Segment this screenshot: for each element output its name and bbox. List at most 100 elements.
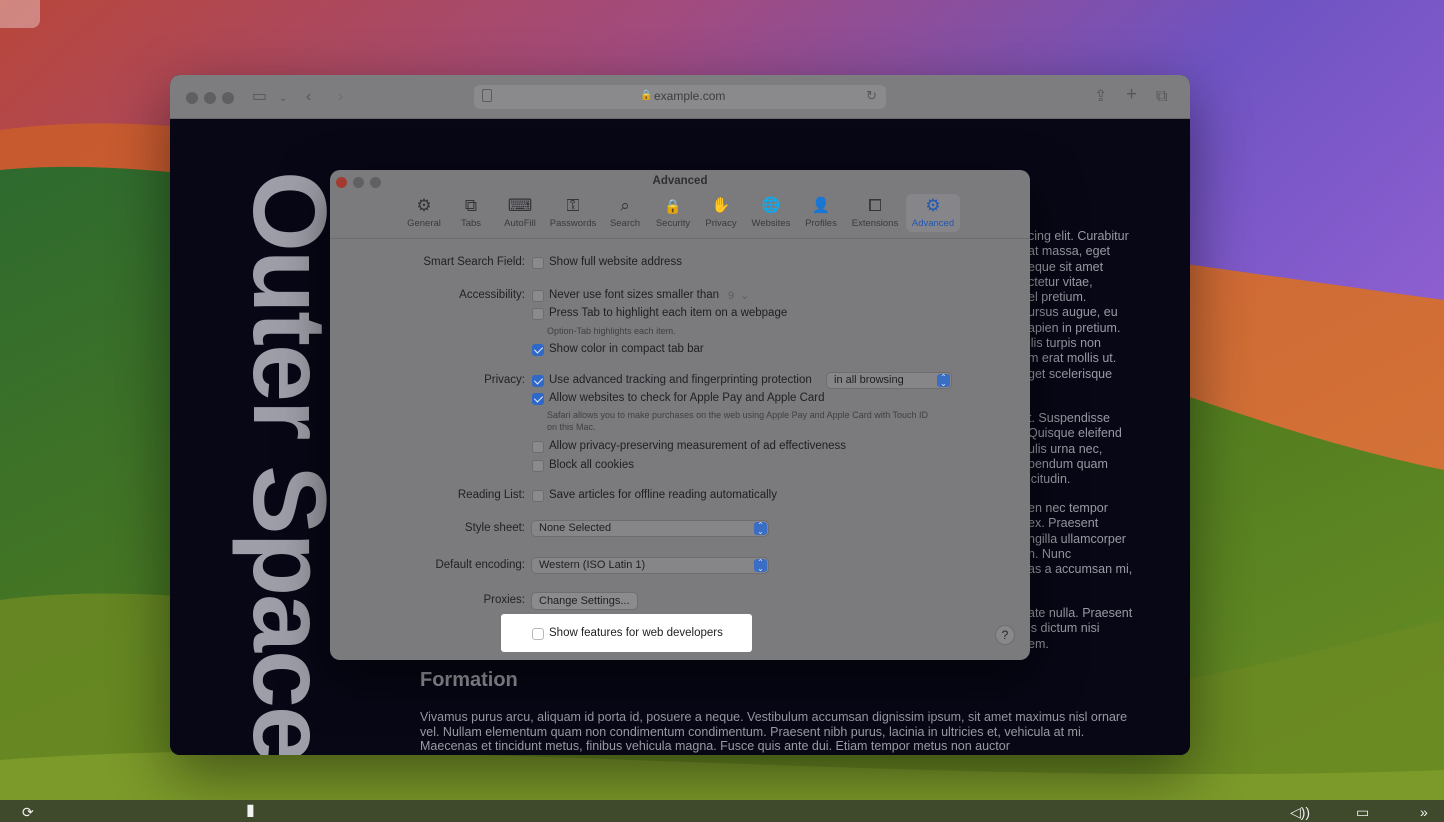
formation-heading: Formation — [420, 669, 518, 691]
ad-measurement-label: Allow privacy-preserving measurement of … — [549, 440, 847, 452]
change-proxy-settings-button[interactable]: Change Settings... — [531, 592, 638, 610]
settings-title: Advanced — [652, 175, 708, 187]
press-tab-checkbox[interactable] — [532, 308, 544, 320]
style-sheet-value: None Selected — [539, 522, 612, 534]
tabs-icon: ⧉ — [464, 196, 478, 215]
tab-profiles[interactable]: 👤 Profiles — [802, 194, 840, 232]
reload-icon[interactable]: ↻ — [866, 88, 877, 104]
lock-icon: 🔒 — [664, 198, 682, 214]
tab-label: AutoFill — [504, 218, 536, 229]
tab-security[interactable]: 🔒 Security — [652, 194, 694, 232]
page-menu-icon[interactable] — [482, 89, 492, 102]
press-tab-hint: Option-Tab highlights each item. — [547, 326, 676, 336]
web-developers-label[interactable]: Show features for web developers — [549, 627, 723, 639]
tab-label: General — [407, 218, 441, 229]
person-icon: 👤 — [811, 197, 831, 214]
desktop-corner-widget — [0, 0, 40, 28]
apple-pay-checkbox[interactable] — [532, 393, 544, 405]
press-tab-label: Press Tab to highlight each item on a we… — [549, 307, 788, 319]
style-sheet-label: Style sheet: — [464, 522, 525, 534]
formation-paragraph: Vivamus purus arcu, aliquam id porta id,… — [420, 710, 1128, 754]
tab-label: Websites — [751, 218, 791, 229]
share-icon[interactable]: ⇪ — [1094, 87, 1107, 107]
smart-search-label: Smart Search Field: — [423, 256, 525, 268]
encoding-label: Default encoding: — [435, 559, 525, 571]
tab-label: Security — [655, 218, 691, 229]
new-tab-icon[interactable]: + — [1126, 85, 1137, 105]
encoding-value: Western (ISO Latin 1) — [539, 559, 646, 571]
tracking-scope-popup[interactable]: in all browsing ⌃ ⌄ — [826, 372, 952, 389]
style-sheet-popup[interactable]: None Selected ⌃ ⌄ — [531, 520, 769, 537]
address-bar[interactable]: 🔒 example.com ↻ — [474, 85, 886, 109]
window-minimize-button[interactable] — [204, 92, 216, 104]
key-icon: ⚿ — [566, 196, 580, 215]
tab-autofill[interactable]: ⌨ AutoFill — [500, 194, 540, 232]
reading-list-label: Reading List: — [457, 489, 525, 501]
tracking-scope-value: in all browsing — [834, 374, 904, 386]
hand-icon: ✋ — [711, 197, 731, 214]
side-paragraph-4: ate nulla. Praesent is dictum nisi em. — [1028, 606, 1133, 651]
encoding-popup[interactable]: Western (ISO Latin 1) ⌃ ⌄ — [531, 557, 769, 574]
lock-icon: 🔒 — [640, 90, 653, 101]
show-full-address-checkbox[interactable] — [532, 257, 544, 269]
window-close-button[interactable] — [186, 92, 198, 104]
url-text: example.com — [654, 89, 726, 103]
settings-window: Advanced ⚙ General ⧉ Tabs ⌨ AutoFill ⚿ P… — [330, 170, 1030, 660]
volume-icon[interactable]: ◁)) — [1290, 804, 1310, 821]
back-icon[interactable]: ‹ — [306, 87, 311, 107]
tab-label: Privacy — [705, 218, 737, 229]
tab-advanced[interactable]: ⚙ Advanced — [906, 194, 960, 232]
apple-pay-label: Allow websites to check for Apple Pay an… — [549, 392, 825, 404]
sidebar-menu-chevron-icon[interactable]: ⌄ — [279, 89, 287, 109]
popup-arrows-icon: ⌃ ⌄ — [754, 522, 767, 536]
globe-icon: 🌐 — [761, 197, 781, 214]
min-font-size-popup[interactable]: 9 ⌄ — [728, 289, 749, 304]
tab-tabs[interactable]: ⧉ Tabs — [454, 194, 488, 232]
puzzle-icon: ⧠ — [868, 196, 882, 215]
block-cookies-checkbox[interactable] — [532, 460, 544, 472]
min-font-label: Never use font sizes smaller than — [549, 289, 720, 301]
chevron-down-icon: ⌄ — [740, 290, 750, 302]
web-developers-checkbox[interactable] — [532, 628, 544, 640]
side-paragraph-2: t. Suspendisse Quisque eleifend ulis urn… — [1028, 411, 1122, 487]
save-offline-checkbox[interactable] — [532, 490, 544, 502]
tab-label: Extensions — [851, 218, 899, 229]
forward-icon[interactable]: › — [338, 87, 343, 107]
show-color-checkbox[interactable] — [532, 344, 544, 356]
screen-icon[interactable]: ▭ — [1356, 804, 1369, 821]
ad-measurement-checkbox[interactable] — [532, 441, 544, 453]
advanced-tracking-checkbox[interactable] — [532, 375, 544, 387]
apple-pay-hint: Safari allows you to make purchases on t… — [547, 410, 929, 432]
tab-overview-icon[interactable]: ⧉ — [1156, 87, 1167, 107]
cursor-marker-icon: ▮ — [246, 802, 255, 819]
tab-passwords[interactable]: ⚿ Passwords — [546, 194, 600, 232]
show-full-address-label: Show full website address — [549, 256, 682, 268]
save-offline-label: Save articles for offline reading automa… — [549, 489, 777, 501]
tab-extensions[interactable]: ⧠ Extensions — [848, 194, 902, 232]
tab-general[interactable]: ⚙ General — [404, 194, 444, 232]
bottom-dock-strip: ⟳ ▮ ◁)) ▭ » — [0, 800, 1444, 822]
block-cookies-label: Block all cookies — [549, 459, 635, 471]
tab-privacy[interactable]: ✋ Privacy — [702, 194, 740, 232]
sidebar-toggle-icon[interactable]: ▭ — [252, 87, 267, 107]
expand-icon[interactable]: » — [1420, 804, 1428, 820]
tab-label: Advanced — [911, 218, 955, 229]
accessibility-label: Accessibility: — [459, 289, 525, 301]
tab-label: Passwords — [549, 218, 597, 229]
min-font-checkbox[interactable] — [532, 290, 544, 302]
browser-toolbar: ▭ ⌄ ‹ › 🔒 example.com ↻ ⇪ + ⧉ — [170, 75, 1190, 119]
settings-tab-bar: ⚙ General ⧉ Tabs ⌨ AutoFill ⚿ Passwords … — [330, 194, 1030, 239]
privacy-label: Privacy: — [484, 374, 525, 386]
rotate-icon[interactable]: ⟳ — [22, 804, 34, 821]
window-zoom-button[interactable] — [222, 92, 234, 104]
tab-label: Tabs — [460, 218, 482, 229]
tab-websites[interactable]: 🌐 Websites — [748, 194, 794, 232]
proxies-label: Proxies: — [483, 594, 525, 606]
tab-label: Profiles — [805, 218, 837, 229]
show-color-label: Show color in compact tab bar — [549, 343, 704, 355]
tab-search[interactable]: ⌕ Search — [606, 194, 644, 232]
gear-icon: ⚙ — [416, 196, 432, 215]
autofill-icon: ⌨ — [507, 196, 533, 215]
help-button[interactable]: ? — [995, 625, 1015, 645]
min-font-value: 9 — [728, 290, 735, 302]
